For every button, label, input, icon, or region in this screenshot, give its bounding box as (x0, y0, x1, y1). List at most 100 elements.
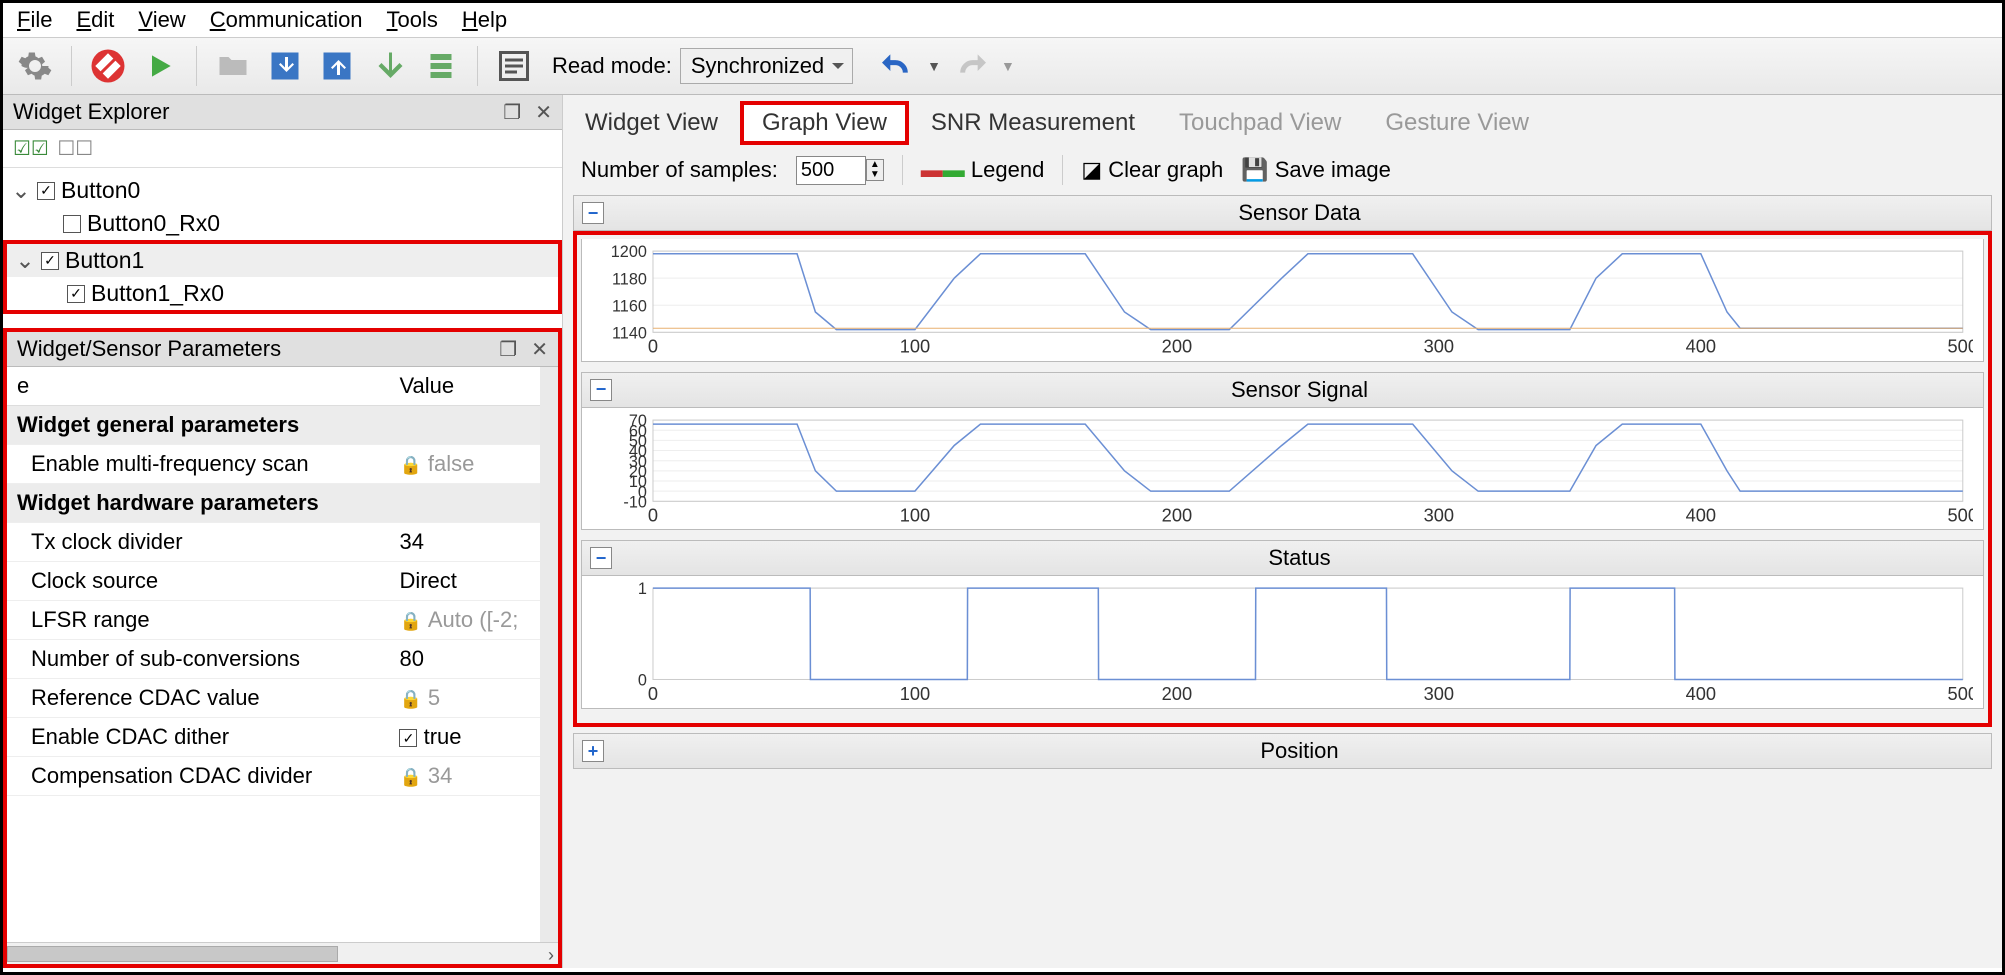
status-chart: 010100200300400500 (592, 582, 1973, 704)
tab-widget-view[interactable]: Widget View (563, 101, 740, 145)
sensor-signal-panel: − Sensor Signal -10010203040506070010020… (581, 372, 1984, 531)
menu-help[interactable]: Help (462, 7, 507, 33)
svg-text:100: 100 (900, 336, 930, 357)
collapse-button[interactable]: − (582, 202, 604, 224)
widget-explorer-header: Widget Explorer ❐ ✕ (3, 95, 562, 130)
text-lines-icon[interactable] (492, 44, 536, 88)
tree-toolbar: ☑☑ ☐☐ (3, 130, 562, 168)
play-icon[interactable] (138, 44, 182, 88)
redo-icon[interactable] (949, 44, 993, 88)
tab-touchpad: Touchpad View (1157, 101, 1363, 145)
read-mode-combo[interactable]: Synchronized (680, 48, 853, 84)
svg-text:100: 100 (900, 683, 930, 704)
undo-dropdown-icon[interactable]: ▼ (927, 58, 941, 74)
menu-tools[interactable]: Tools (387, 7, 438, 33)
sensor-data-header: − Sensor Data (573, 195, 1992, 231)
collapse-button[interactable]: − (590, 379, 612, 401)
menu-communication[interactable]: Communication (210, 7, 363, 33)
checkbox[interactable] (399, 729, 417, 747)
col-value: Value (389, 367, 558, 406)
svg-text:1140: 1140 (612, 324, 647, 342)
svg-text:400: 400 (1686, 683, 1716, 704)
horizontal-scrollbar[interactable]: › (7, 942, 558, 964)
chevron-down-icon[interactable]: ⌄ (11, 177, 31, 204)
tree-item-button1[interactable]: ⌄ Button1 (7, 244, 558, 277)
group-general: Widget general parameters (7, 406, 558, 445)
col-name: e (7, 367, 389, 406)
restore-icon[interactable]: ❐ (503, 100, 521, 125)
widget-tree: ⌄ Button0 Button0_Rx0 ⌄ Button1 Button1_… (3, 168, 562, 320)
legend-icon: ▬ (921, 157, 943, 182)
tree-label: Button1_Rx0 (91, 280, 224, 307)
tab-gesture: Gesture View (1363, 101, 1551, 145)
checkbox[interactable] (63, 215, 81, 233)
open-folder-icon[interactable] (211, 44, 255, 88)
tree-item-button0[interactable]: ⌄ Button0 (3, 174, 562, 207)
param-row[interactable]: Enable multi-frequency scan 🔒false (7, 445, 558, 484)
clear-graph-button[interactable]: ◪ Clear graph (1081, 157, 1223, 183)
undo-icon[interactable] (875, 44, 919, 88)
lock-icon: 🔒 (399, 689, 421, 710)
svg-text:500: 500 (1948, 336, 1973, 357)
param-row[interactable]: Compensation CDAC divider🔒34 (7, 757, 558, 796)
tree-item-button0-rx0[interactable]: Button0_Rx0 (3, 207, 562, 240)
param-row[interactable]: Tx clock divider34 (7, 523, 558, 562)
param-row[interactable]: LFSR range🔒Auto ([-2; (7, 601, 558, 640)
redo-dropdown-icon[interactable]: ▼ (1001, 58, 1015, 74)
menu-view[interactable]: View (138, 7, 185, 33)
close-icon[interactable]: ✕ (535, 100, 552, 125)
eraser-icon: ◪ (1081, 157, 1102, 182)
download-icon[interactable] (263, 44, 307, 88)
widget-explorer-title: Widget Explorer (13, 99, 170, 125)
tab-snr[interactable]: SNR Measurement (909, 101, 1157, 145)
svg-text:1200: 1200 (611, 245, 647, 261)
gear-icon[interactable] (13, 44, 57, 88)
collapse-button[interactable]: − (590, 547, 612, 569)
svg-text:400: 400 (1686, 336, 1716, 357)
tree-label: Button0_Rx0 (87, 210, 220, 237)
arrow-down-green-icon[interactable] (367, 44, 411, 88)
save-icon: 💾 (1241, 157, 1268, 182)
expand-button[interactable]: + (582, 740, 604, 762)
svg-text:1180: 1180 (612, 270, 647, 288)
checkbox[interactable] (67, 285, 85, 303)
param-row[interactable]: Number of sub-conversions80 (7, 640, 558, 679)
stack-green-icon[interactable] (419, 44, 463, 88)
chevron-down-icon[interactable]: ⌄ (15, 247, 35, 274)
sensor-signal-chart: -100102030405060700100200300400500 (592, 414, 1973, 526)
position-header: + Position (573, 733, 1992, 769)
svg-text:0: 0 (638, 672, 647, 690)
upload-icon[interactable] (315, 44, 359, 88)
param-row[interactable]: Reference CDAC value🔒5 (7, 679, 558, 718)
vertical-scrollbar[interactable] (540, 367, 558, 942)
close-icon[interactable]: ✕ (531, 337, 548, 362)
svg-text:1: 1 (638, 582, 647, 598)
tree-item-button1-rx0[interactable]: Button1_Rx0 (7, 277, 558, 310)
check-all-icon[interactable]: ☑☑ (13, 138, 49, 160)
menu-file[interactable]: File (17, 7, 52, 33)
samples-spinner[interactable]: ▲▼ (866, 159, 884, 181)
lock-icon: 🔒 (399, 455, 421, 476)
svg-text:0: 0 (648, 683, 658, 704)
samples-input[interactable] (796, 156, 866, 185)
checkbox[interactable] (41, 252, 59, 270)
svg-text:500: 500 (1948, 683, 1973, 704)
param-row[interactable]: Enable CDAC dither true (7, 718, 558, 757)
samples-label: Number of samples: (581, 157, 778, 183)
restore-icon[interactable]: ❐ (499, 337, 517, 362)
disconnect-icon[interactable] (86, 44, 130, 88)
menubar: File Edit View Communication Tools Help (3, 3, 2002, 38)
params-table: eValue Widget general parameters Enable … (7, 367, 558, 942)
group-hardware: Widget hardware parameters (7, 484, 558, 523)
tree-label: Button1 (65, 247, 144, 274)
checkbox[interactable] (37, 182, 55, 200)
main-toolbar: Read mode: Synchronized ▼ ▼ (3, 38, 2002, 95)
save-image-button[interactable]: 💾 Save image (1241, 157, 1391, 183)
tab-graph-view[interactable]: Graph View (740, 101, 909, 145)
svg-text:70: 70 (629, 414, 647, 430)
menu-edit[interactable]: Edit (76, 7, 114, 33)
param-row[interactable]: Clock sourceDirect (7, 562, 558, 601)
uncheck-all-icon[interactable]: ☐☐ (57, 138, 93, 160)
svg-text:1160: 1160 (612, 297, 647, 315)
legend-button[interactable]: ▬▬ Legend (921, 157, 1045, 183)
